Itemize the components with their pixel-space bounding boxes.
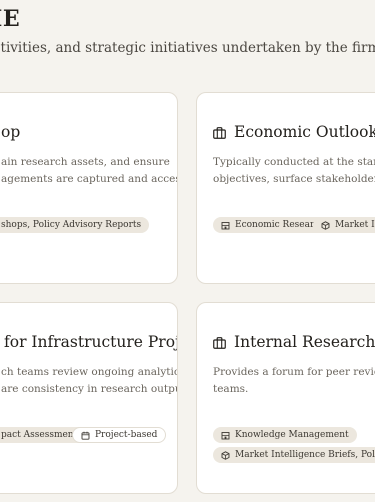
- briefcase-icon: [213, 127, 226, 139]
- card-title: Internal Research Revie: [234, 333, 375, 351]
- tag-label: Market Intel: [335, 220, 375, 230]
- card-description-line-2: agements are captured and accessible.: [1, 173, 178, 185]
- card-description: Provides a forum for peer review and k t…: [213, 364, 375, 398]
- building-icon: [221, 221, 230, 230]
- card-title: for Infrastructure Project: [4, 333, 177, 351]
- page-title: ME: [0, 6, 21, 32]
- tag-label: Market Intelligence Briefs, Policy Advis…: [235, 450, 375, 460]
- card-description-line-1: ain research assets, and ensure: [1, 156, 170, 168]
- card-title: op: [1, 123, 21, 141]
- tag-label: Economic Research: [235, 220, 326, 230]
- initiative-card-2[interactable]: Economic Outlook Repo Typically conducte…: [196, 92, 375, 284]
- card-description-line-1: Typically conducted at the start of a c: [213, 156, 375, 168]
- card-description: ch teams review ongoing analytical are c…: [1, 364, 178, 398]
- card-description-line-1: Provides a forum for peer review and k: [213, 366, 375, 378]
- card-description: ain research assets, and ensure agements…: [1, 154, 178, 188]
- cube-icon: [221, 450, 230, 460]
- tag-service-lines: shops, Policy Advisory Reports: [0, 217, 150, 233]
- building-icon: [221, 431, 230, 440]
- card-description: Typically conducted at the start of a c …: [213, 154, 375, 188]
- briefcase-icon: [213, 337, 226, 349]
- card-description-line-2: are consistency in research outputs.: [1, 383, 178, 395]
- tag-engagement-type: Project-based: [72, 427, 167, 443]
- card-description-line-2: teams.: [213, 383, 249, 395]
- tag-label: Knowledge Management: [235, 430, 349, 440]
- page: ME ctivities, and strategic initiatives …: [0, 0, 375, 502]
- tag-label: Project-based: [95, 430, 158, 440]
- tag-service-lines: Knowledge Management: [213, 427, 357, 443]
- initiative-card-4[interactable]: Internal Research Revie Provides a forum…: [196, 302, 375, 494]
- card-description-line-1: ch teams review ongoing analytical: [1, 366, 178, 378]
- initiative-card-1[interactable]: op ain research assets, and ensure ageme…: [0, 92, 178, 284]
- initiative-card-3[interactable]: for Infrastructure Project ch teams revi…: [0, 302, 178, 494]
- calendar-icon: [81, 431, 90, 440]
- card-description-line-2: objectives, surface stakeholder expecta: [213, 173, 375, 185]
- tag-label: pact Assessments: [1, 430, 82, 440]
- tag-subservice: Market Intel: [313, 217, 375, 233]
- tag-subservice: Market Intelligence Briefs, Policy Advis…: [213, 447, 375, 463]
- page-subtitle: ctivities, and strategic initiatives und…: [0, 40, 375, 56]
- tag-label: shops, Policy Advisory Reports: [1, 220, 142, 230]
- cube-icon: [321, 220, 330, 230]
- card-title: Economic Outlook Repo: [234, 123, 375, 141]
